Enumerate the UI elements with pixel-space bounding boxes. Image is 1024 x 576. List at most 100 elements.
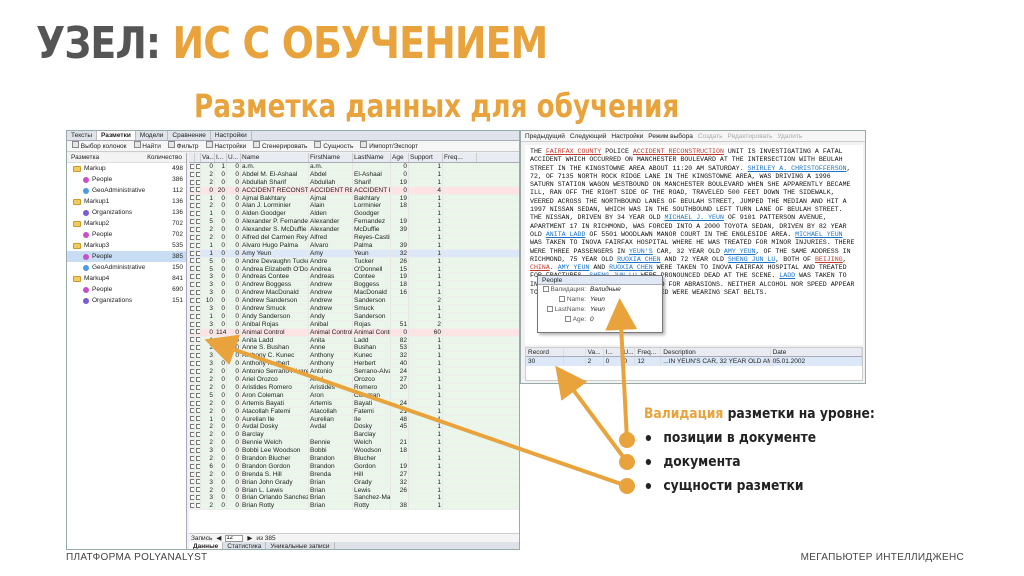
table-row[interactable]: 1 0 0 Ajmal Bakhtary Ajmal Bakhtary 19 1 [189,194,519,203]
mini-column-header[interactable]: Record [526,348,564,356]
toolbar-button[interactable]: Сущность [312,141,355,151]
table-row[interactable]: 1 0 0 Alden Goodger Alden Goodger 1 [189,210,519,219]
table-row[interactable]: 1 0 0 Aurelian Ile Aurelian Ile 48 1 [189,415,519,424]
grid-column-header[interactable]: I... [215,153,227,162]
mini-column-header[interactable]: Date [771,348,862,356]
toolbar-button[interactable]: Найти [132,141,163,151]
doc-toolbar-button[interactable]: Режим выбора [648,133,693,140]
bottom-tab[interactable]: Уникальные записи [266,542,335,549]
table-row[interactable]: 2 0 0 Brenda S. Hill Brenda Hill 27 1 [189,470,519,479]
grid-column-header[interactable]: Support [409,153,443,162]
entity-annotation[interactable]: MICHAEL YEUN [795,231,842,238]
popup-field-value[interactable]: 0 [590,315,594,325]
table-row[interactable]: 3 0 0 Andrew Smuck Andrew Smuck 1 [189,305,519,313]
tree-item[interactable]: People 690 [67,284,186,295]
tree-item[interactable]: Markup3 535 [67,240,186,251]
table-row[interactable]: 2 0 0 Alexander S. McDuffie Alexander McDuffi… [189,226,519,235]
doc-toolbar-button[interactable]: Настройки [611,133,643,140]
doc-toolbar-button[interactable]: Следующий [570,133,607,140]
grid-column-header[interactable]: Va... [201,153,215,162]
entity-annotation[interactable]: RUOXIA CHEN [617,256,661,263]
entity-annotation[interactable]: LADD [779,272,795,279]
tab-Сравнение[interactable]: Сравнение [168,131,211,140]
mini-column-header[interactable]: I... [604,348,622,356]
table-row[interactable]: 6 0 0 Brandon Gordon Brandon Gordon 19 1 [189,462,519,471]
toolbar-button[interactable]: Фильтр [166,141,201,151]
entity-annotation[interactable]: RUOXIA CHEN [609,264,653,271]
tab-Модели[interactable]: Модели [136,131,169,140]
entity-annotation[interactable]: CHINA [530,264,550,271]
tree-item[interactable]: Markup2 702 [67,218,186,229]
grid-column-header[interactable]: Name [241,153,309,162]
table-row[interactable]: 0 114 0 Animal Control Animal Control Animal … [189,328,519,337]
table-row[interactable]: 3 0 0 Andrew Boggess Andrew Boggess 18 1 [189,281,519,290]
mini-grid-row[interactable]: 30 2 0 0 12 ...IN YEUN'S CAR, 32 YEAR OLD AMY… [526,357,862,366]
table-row[interactable]: 0200ACCIDENT RECONSTRUCTIACCIDENT RECACC… [189,186,519,195]
popup-field-value[interactable]: Yeun [590,305,605,315]
popup-field-value[interactable]: Yeun [590,295,605,305]
table-row[interactable]: 5 0 0 Alexander P. Fernandez Alexander Fernan… [189,218,519,227]
grid-column-header[interactable]: Freq... [443,153,477,162]
entity-annotation[interactable]: ANITA LADD [546,231,586,238]
mini-column-header[interactable]: Va... [586,348,604,356]
pager-record-input[interactable] [225,534,244,542]
table-row[interactable]: 3 0 0 Brian John Grady Brian Grady 32 1 [189,478,519,487]
entity-annotation[interactable]: ACCIDENT RECONSTRUCTION [633,148,724,155]
doc-toolbar-button[interactable]: Создать [698,133,723,140]
table-row[interactable]: 1 0 0 Anita Ladd Anita Ladd 82 1 [189,336,519,345]
entity-annotation[interactable]: YEUN'S [629,248,653,255]
tree-item[interactable]: Markup4 841 [67,273,186,284]
table-row[interactable]: 2 0 0 Abdullah Sharif Abdullah Sharif 19 1 [189,178,519,187]
mini-column-header[interactable] [564,348,586,356]
table-row[interactable]: 2 0 0 Alan J. Lorminier Alain Lorminier 18 1 [189,202,519,211]
tree-item[interactable]: People 386 [67,174,186,185]
tree-item[interactable]: Markup1 136 [67,196,186,207]
toolbar-button[interactable]: Выбор колонок [70,141,129,151]
table-row[interactable]: 1 0 0 Alvaro Hugo Palma Alvaro Palma 39 1 [189,241,519,250]
bottom-tab[interactable]: Статистика [223,542,267,549]
toolbar-button[interactable]: Импорт/Экспорт [358,141,420,151]
table-row[interactable]: 2 0 0 Barclay Barclay 1 [189,431,519,440]
table-row[interactable]: 1 0 0 Andy Sanderson Andy Sanderson 1 [189,312,519,321]
table-row[interactable]: 2 0 0 Bennie Welch Bennie Welch 21 1 [189,439,519,448]
table-row[interactable]: 2 0 0 Avdal Dosky Avdal Dosky 45 1 [189,423,519,432]
table-row[interactable]: 2 0 0 Antonio Serrano-Alvarez Antonio Serrano… [189,368,519,377]
entity-annotation[interactable]: SHENG JUN LU [728,256,775,263]
grid-column-header[interactable]: LastName [353,153,391,162]
tab-Настройки[interactable]: Настройки [211,131,252,140]
tab-Тексты[interactable]: Тексты [67,131,98,140]
table-row[interactable]: 2 0 0 Brian Rotty Brian Rotty 38 1 [189,502,519,511]
table-row[interactable]: 3 0 0 Anibal Rojas Anibal Rojas 51 2 [189,320,519,329]
entity-annotation[interactable]: BEIJING [815,256,843,263]
table-row[interactable]: 5 0 0 Aron Coleman Aron Coleman 1 [189,391,519,400]
table-row[interactable]: 10 0 0 Andrew Sanderson Andrew Sanderson 2 [189,297,519,306]
toolbar-button[interactable]: Сгенерировать [251,141,309,151]
table-row[interactable]: 500Andrea Elizabeth O'DonnellAndreaO'Don… [189,265,519,274]
tree-item[interactable]: People 702 [67,229,186,240]
table-row[interactable]: 0 1 0 a.m. a.m. 0 1 [189,163,519,171]
table-row[interactable]: 2 0 0 Aristides Romero Aristides Romero 20 1 [189,383,519,392]
grid-column-header[interactable]: FirstName [309,153,353,162]
entity-annotation[interactable]: MICHAEL J. YEUN [665,214,724,221]
table-row[interactable]: 3 0 0 Anthony Herbert Anthony Herbert 40 1 [189,360,519,369]
table-row[interactable]: 2 0 0 Brian L. Lewis Brian Lewis 26 1 [189,486,519,495]
tree-item[interactable]: GeoAdministrative 150 [67,262,186,273]
toolbar-button[interactable]: Настройки [204,141,249,151]
mini-column-header[interactable]: Freq... [635,348,662,356]
table-row[interactable]: 3 0 0 Anthony C. Kunec Anthony Kunec 32 1 [189,352,519,361]
entity-annotation[interactable]: AMY YEUN [558,264,590,271]
mini-column-header[interactable]: U... [621,348,636,356]
tree-item[interactable]: Organizations 136 [67,207,186,218]
tab-Разметки[interactable]: Разметки [97,131,136,140]
table-row[interactable]: 3 0 0 Andreas Contee Andreas Contee 19 1 [189,273,519,282]
doc-toolbar-button[interactable]: Удалить [777,133,802,140]
grid-column-header[interactable]: Age [391,153,409,162]
popup-field-value[interactable]: Валидные [590,285,621,295]
table-row[interactable]: 3 0 0 Bobbi Lee Woodson Bobbi Woodson 18 1 [189,447,519,455]
table-row[interactable]: 2 0 0 Artemis Bayati Artemis Bayati 24 1 [189,399,519,408]
table-row[interactable]: 2 0 0 Anne S. Bushan Anne Bushan 53 1 [189,344,519,353]
entity-annotation[interactable]: SHIRLEY A. CHRISTOFFERSON [748,165,847,172]
entity-annotation[interactable]: AMY YEUN [724,248,756,255]
table-row[interactable]: 2 0 0 Brandon Blucher Brandon Blucher 1 [189,454,519,463]
table-row[interactable]: 1 0 0 Amy Yeun Amy Yeun 32 1 [189,249,519,258]
